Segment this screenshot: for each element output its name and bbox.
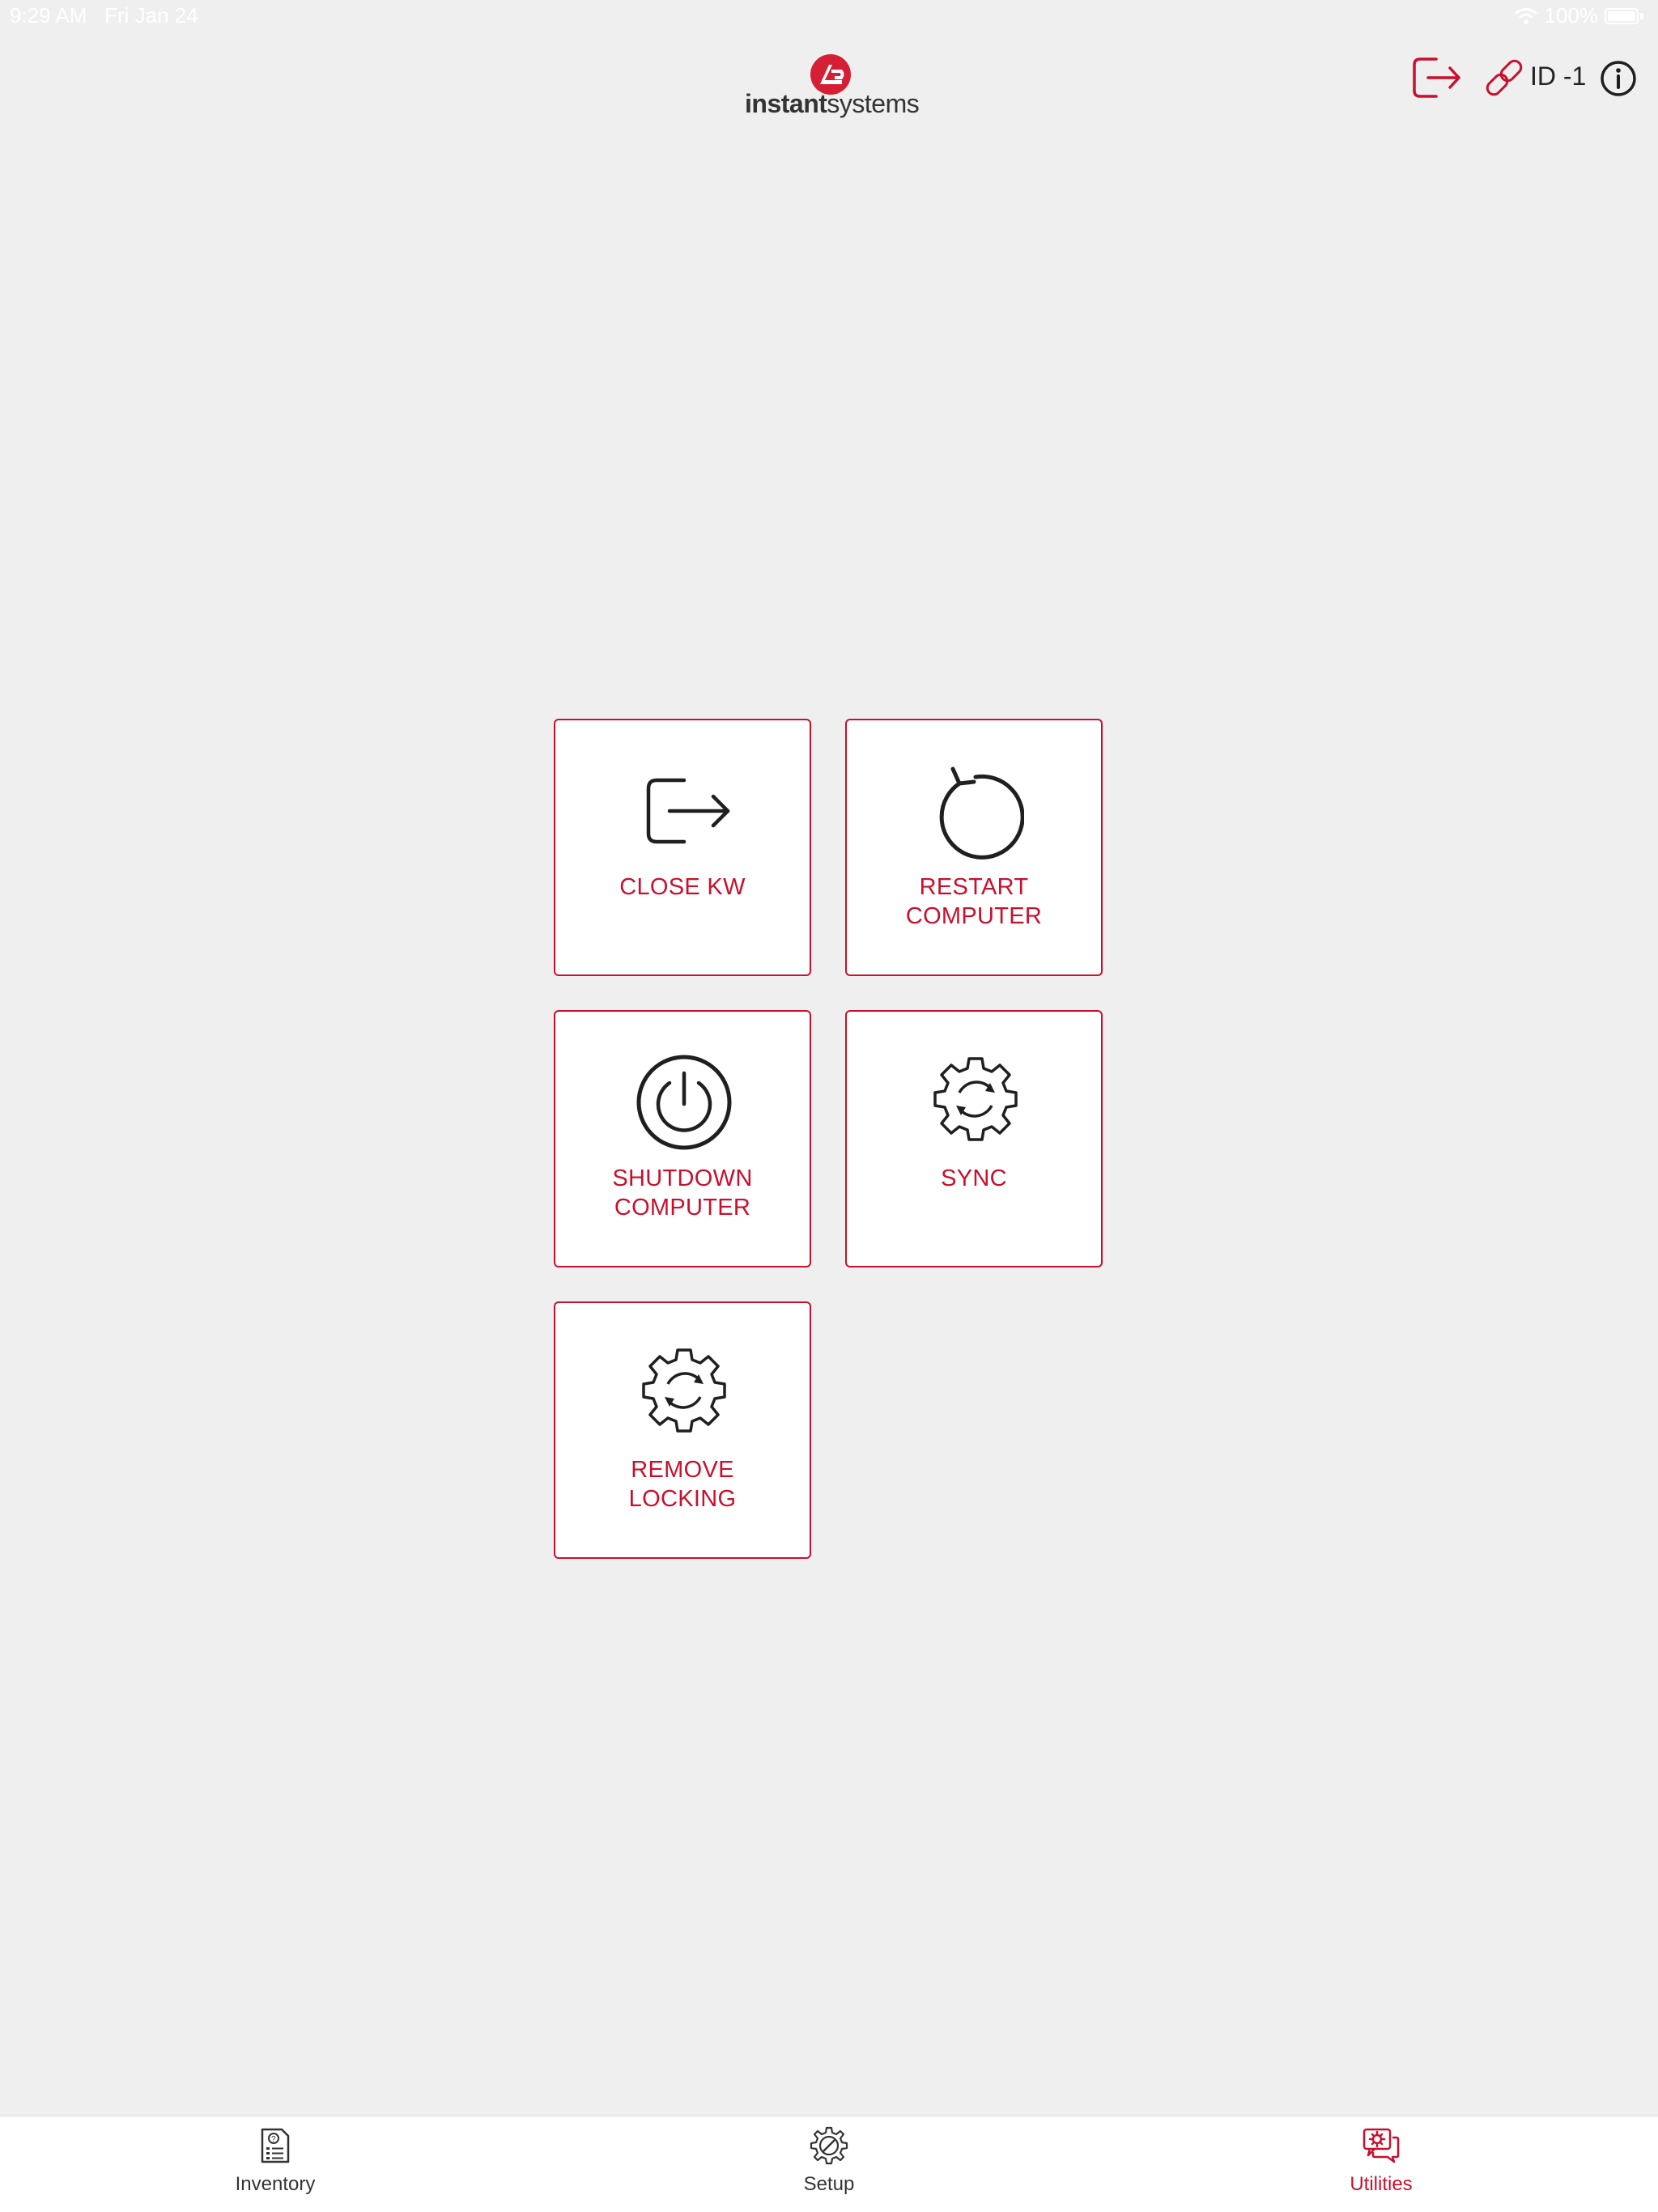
close-kw-button[interactable]: CLOSE KW (554, 719, 811, 976)
battery-percent: 100% (1544, 3, 1599, 28)
close-kw-label: CLOSE KW (619, 874, 746, 900)
tab-setup-label: Setup (803, 2173, 855, 2195)
status-right: 100% (1514, 3, 1643, 28)
brand-logo: instantsystems (745, 53, 920, 121)
tab-inventory[interactable]: ? Inventory (194, 2116, 356, 2212)
id-label: ID -1 (1530, 62, 1587, 91)
tab-setup[interactable]: Setup (748, 2116, 910, 2212)
logo-text-light: systems (827, 89, 920, 118)
remove-locking-label: REMOVE LOCKING (628, 1457, 737, 1512)
sync-button[interactable]: SYNC (845, 1010, 1103, 1267)
battery-tip (1640, 12, 1643, 19)
sync-gear-icon (642, 1348, 726, 1433)
setup-gear-icon (810, 2126, 848, 2165)
sync-gear-icon (933, 1057, 1018, 1141)
restart-computer-label: RESTART COMPUTER (905, 874, 1043, 929)
power-icon (636, 1055, 732, 1150)
svg-text:?: ? (271, 2135, 276, 2144)
tab-utilities[interactable]: Utilities (1300, 2116, 1462, 2212)
restart-computer-button[interactable]: RESTART COMPUTER (845, 719, 1103, 976)
exit-icon[interactable] (1412, 57, 1462, 99)
shutdown-computer-label: SHUTDOWN COMPUTER (612, 1165, 753, 1221)
utilities-icon (1363, 2128, 1400, 2163)
exit-icon (646, 778, 730, 844)
tab-inventory-label: Inventory (235, 2173, 316, 2195)
sync-label: SYNC (941, 1165, 1007, 1191)
logo-text-bold: instant (745, 89, 827, 118)
status-bar: 9:29 AM Fri Jan 24 100% (0, 0, 1658, 32)
logo-text: instantsystems (745, 89, 920, 119)
battery-icon (1605, 7, 1639, 24)
shutdown-computer-button[interactable]: SHUTDOWN COMPUTER (554, 1010, 811, 1267)
wifi-icon (1514, 7, 1537, 24)
remove-locking-button[interactable]: REMOVE LOCKING (554, 1301, 811, 1559)
inventory-icon: ? (261, 2128, 290, 2163)
link-icon[interactable] (1482, 55, 1527, 100)
status-time: 9:29 AM Fri Jan 24 (10, 3, 198, 28)
info-icon[interactable] (1600, 60, 1637, 97)
tab-bar: ? Inventory Setup Utilities (0, 2116, 1658, 2212)
restart-icon (939, 766, 1024, 860)
tab-utilities-label: Utilities (1350, 2173, 1413, 2195)
